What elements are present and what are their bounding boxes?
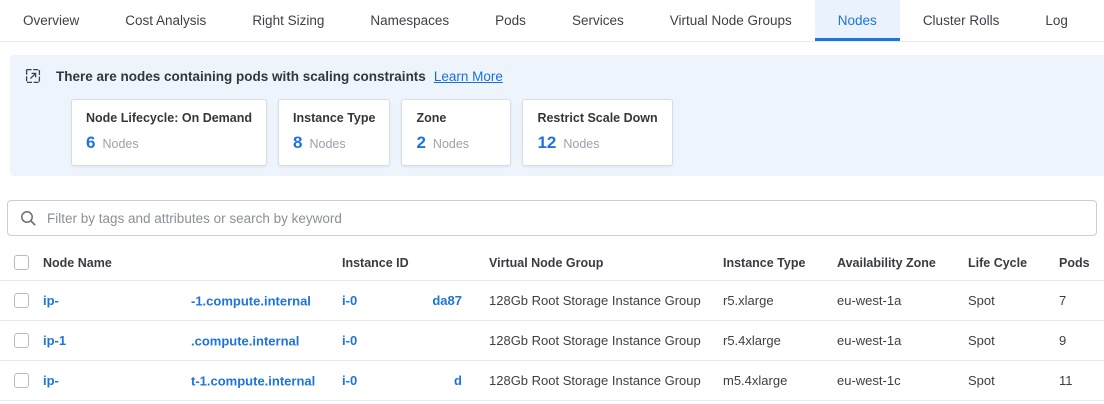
table-row: ip-1 .compute.internal i-0 128Gb Root St…: [0, 321, 1104, 361]
filter-bar: [7, 200, 1097, 236]
column-header-virtual-node-group: Virtual Node Group: [489, 256, 723, 270]
column-header-node-name: Node Name: [43, 256, 342, 270]
scale-constraint-icon: [25, 68, 41, 84]
virtual-node-group-cell: 128Gb Root Storage Instance Group: [489, 373, 723, 388]
select-all-checkbox[interactable]: [14, 255, 29, 270]
nodes-table: Node Name Instance ID Virtual Node Group…: [0, 245, 1104, 401]
column-header-pods: Pods: [1059, 256, 1104, 270]
availability-zone-cell: eu-west-1a: [837, 333, 968, 348]
instance-type-cell: r5.xlarge: [723, 293, 837, 308]
banner-message: There are nodes containing pods with sca…: [56, 69, 426, 84]
card-count: 8: [293, 133, 302, 153]
row-checkbox[interactable]: [14, 333, 29, 348]
card-instance-type[interactable]: Instance Type 8 Nodes: [278, 99, 390, 166]
tab-virtual-node-groups[interactable]: Virtual Node Groups: [647, 0, 815, 41]
life-cycle-cell: Spot: [968, 373, 1059, 388]
virtual-node-group-cell: 128Gb Root Storage Instance Group: [489, 333, 723, 348]
tab-nodes[interactable]: Nodes: [815, 0, 900, 41]
card-title: Instance Type: [293, 111, 375, 125]
constraint-cards: Node Lifecycle: On Demand 6 Nodes Instan…: [71, 99, 1104, 166]
card-count-row: 2 Nodes: [416, 133, 496, 153]
pods-cell: 7: [1059, 293, 1104, 308]
node-name-link[interactable]: ip-1: [43, 333, 66, 348]
row-checkbox[interactable]: [14, 373, 29, 388]
card-restrict-scale-down[interactable]: Restrict Scale Down 12 Nodes: [522, 99, 672, 166]
tab-log[interactable]: Log: [1022, 0, 1091, 41]
banner-header: There are nodes containing pods with sca…: [25, 68, 1104, 84]
tab-cost-analysis[interactable]: Cost Analysis: [102, 0, 229, 41]
tab-namespaces[interactable]: Namespaces: [347, 0, 472, 41]
search-icon: [20, 210, 37, 227]
card-unit: Nodes: [433, 137, 469, 151]
row-checkbox[interactable]: [14, 293, 29, 308]
card-count-row: 6 Nodes: [86, 133, 252, 153]
instance-id-link[interactable]: da87: [432, 293, 462, 308]
pods-cell: 9: [1059, 333, 1104, 348]
node-name-link[interactable]: ip-: [43, 373, 59, 388]
card-zone[interactable]: Zone 2 Nodes: [401, 99, 511, 166]
availability-zone-cell: eu-west-1a: [837, 293, 968, 308]
tab-overview[interactable]: Overview: [0, 0, 102, 41]
life-cycle-cell: Spot: [968, 333, 1059, 348]
table-row: ip- -1.compute.internal i-0 da87 128Gb R…: [0, 281, 1104, 321]
card-unit: Nodes: [309, 137, 345, 151]
node-name-link[interactable]: ip-: [43, 293, 59, 308]
instance-id-link[interactable]: d: [454, 373, 462, 388]
column-header-availability-zone: Availability Zone: [837, 256, 968, 270]
card-title: Zone: [416, 111, 496, 125]
card-count-row: 12 Nodes: [537, 133, 657, 153]
node-name-link[interactable]: t-1.compute.internal: [191, 373, 315, 388]
card-title: Restrict Scale Down: [537, 111, 657, 125]
node-name-link[interactable]: .compute.internal: [191, 333, 299, 348]
pods-cell: 11: [1059, 373, 1104, 388]
instance-type-cell: r5.4xlarge: [723, 333, 837, 348]
virtual-node-group-cell: 128Gb Root Storage Instance Group: [489, 293, 723, 308]
column-header-instance-id: Instance ID: [342, 256, 489, 270]
availability-zone-cell: eu-west-1c: [837, 373, 968, 388]
tab-cluster-rolls[interactable]: Cluster Rolls: [900, 0, 1023, 41]
instance-id-link[interactable]: i-0: [342, 293, 357, 308]
tab-pods[interactable]: Pods: [472, 0, 549, 41]
card-node-lifecycle[interactable]: Node Lifecycle: On Demand 6 Nodes: [71, 99, 267, 166]
search-input[interactable]: [47, 211, 1084, 226]
card-title: Node Lifecycle: On Demand: [86, 111, 252, 125]
card-count: 2: [416, 133, 425, 153]
node-name-link[interactable]: -1.compute.internal: [191, 293, 311, 308]
table-row: ip- t-1.compute.internal i-0 d 128Gb Roo…: [0, 361, 1104, 401]
card-count-row: 8 Nodes: [293, 133, 375, 153]
tab-right-sizing[interactable]: Right Sizing: [229, 0, 347, 41]
card-count: 6: [86, 133, 95, 153]
life-cycle-cell: Spot: [968, 293, 1059, 308]
card-unit: Nodes: [563, 137, 599, 151]
instance-id-link[interactable]: i-0: [342, 373, 357, 388]
table-header-row: Node Name Instance ID Virtual Node Group…: [0, 245, 1104, 281]
column-header-life-cycle: Life Cycle: [968, 256, 1059, 270]
tab-bar: Overview Cost Analysis Right Sizing Name…: [0, 0, 1104, 42]
instance-id-link[interactable]: i-0: [342, 333, 357, 348]
card-unit: Nodes: [102, 137, 138, 151]
column-header-instance-type: Instance Type: [723, 256, 837, 270]
card-count: 12: [537, 133, 556, 153]
tab-services[interactable]: Services: [549, 0, 647, 41]
scaling-constraints-banner: There are nodes containing pods with sca…: [10, 55, 1104, 176]
learn-more-link[interactable]: Learn More: [434, 69, 503, 84]
instance-type-cell: m5.4xlarge: [723, 373, 837, 388]
